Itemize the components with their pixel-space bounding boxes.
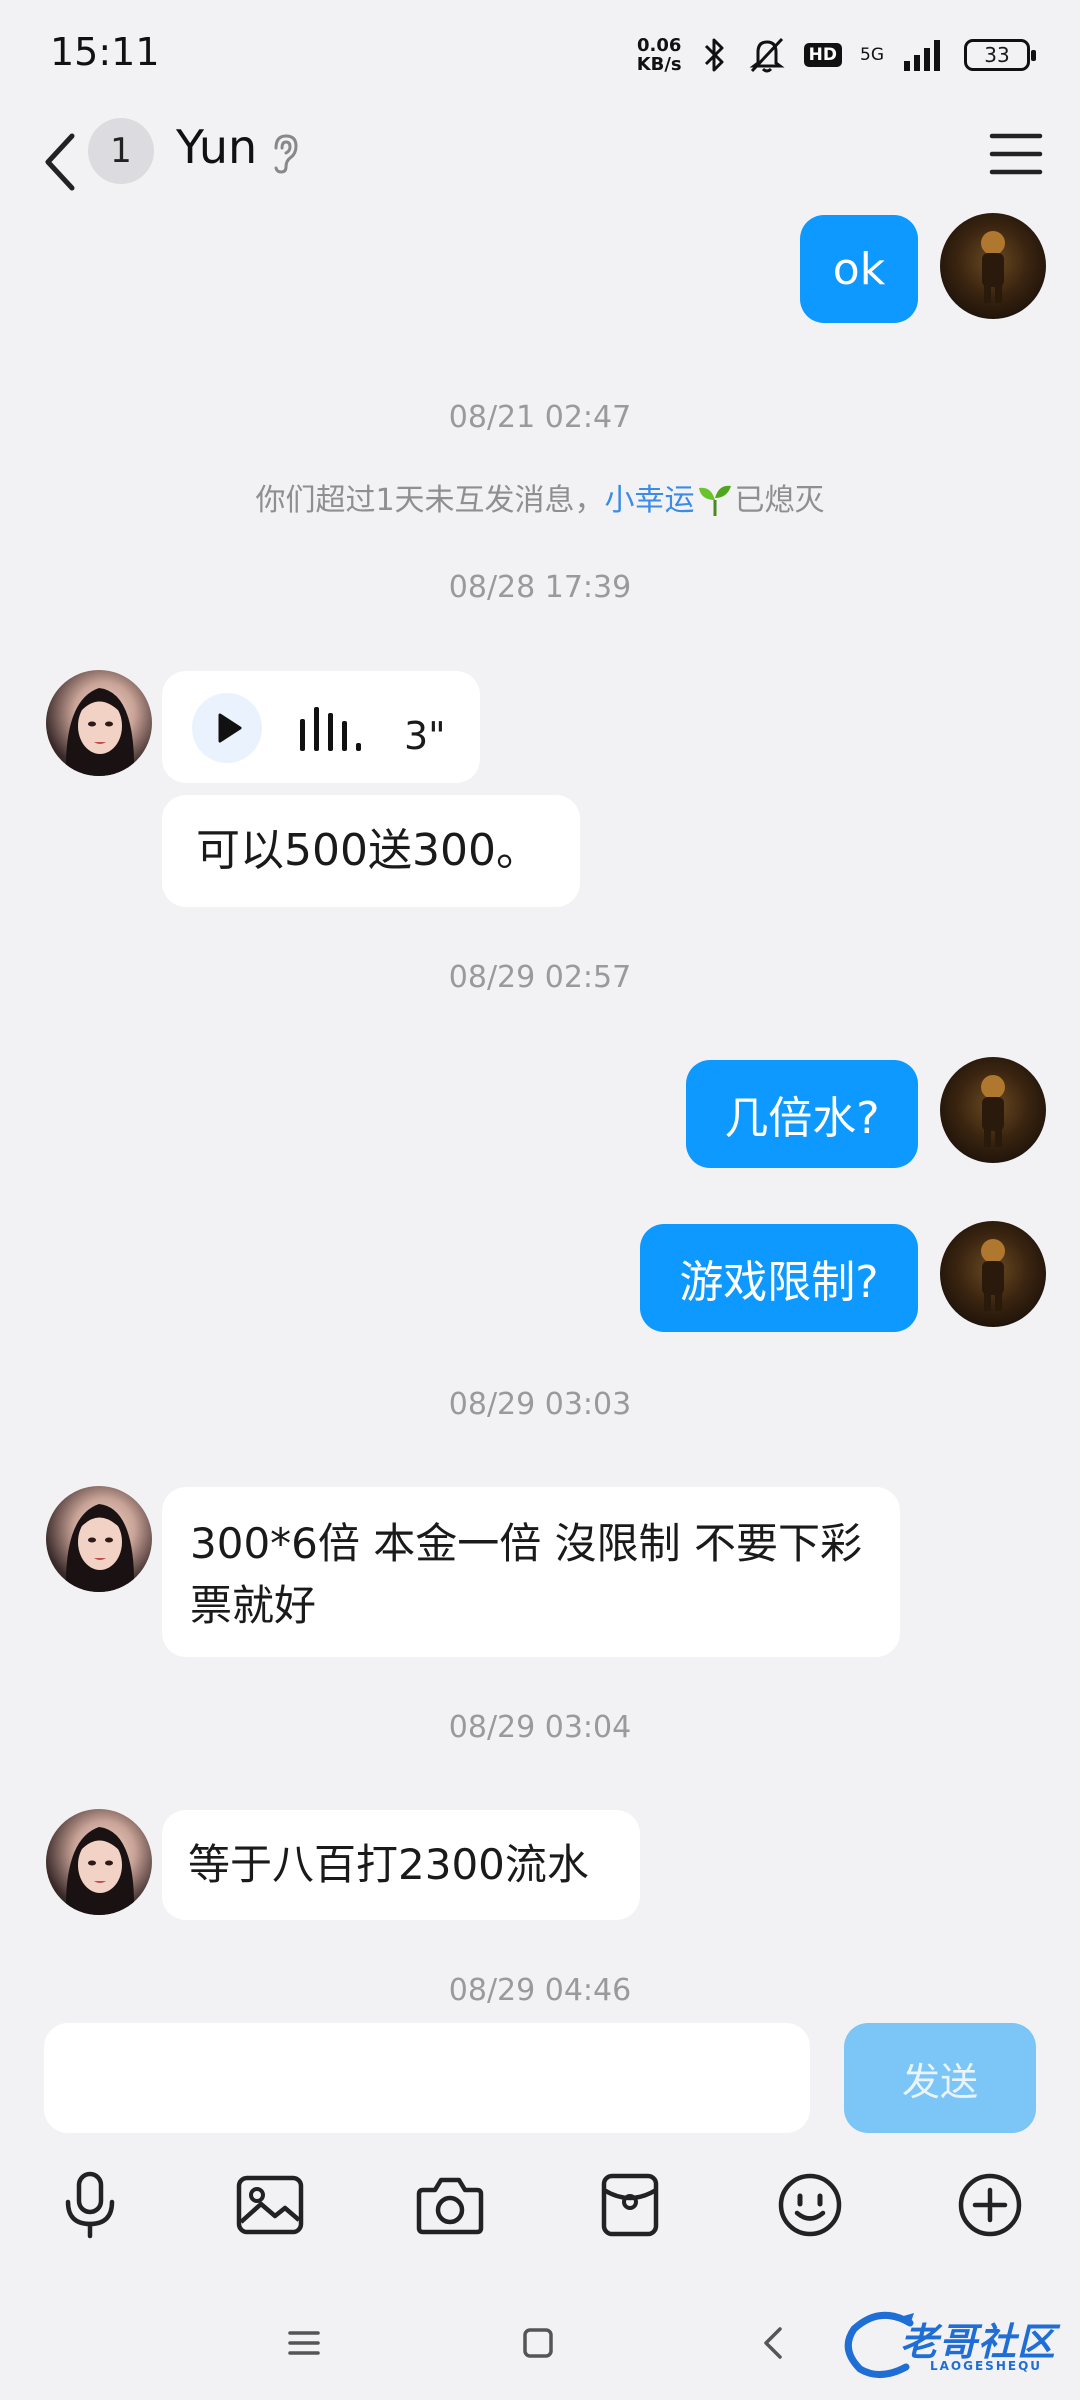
avatar-face-icon [65, 1504, 135, 1592]
message-bubble-outgoing[interactable]: 几倍水? [686, 1060, 918, 1168]
timestamp: 08/29 03:04 [448, 1710, 632, 1745]
ear-icon[interactable] [266, 130, 304, 176]
mute-bell-icon [749, 37, 785, 73]
network-speed-unit: KB/s [636, 54, 682, 75]
battery-icon: 33 [964, 39, 1036, 71]
contact-avatar[interactable] [46, 1809, 152, 1915]
emoji-icon [778, 2173, 842, 2237]
camera-icon [416, 2177, 484, 2235]
composer: 发送 [0, 2005, 1080, 2285]
spark-link[interactable]: 小幸运 [605, 483, 695, 518]
system-notice-prefix: 你们超过1天未互发消息， [255, 483, 605, 518]
red-packet-button[interactable] [590, 2165, 670, 2245]
waveform-icon [300, 707, 361, 751]
timestamp: 08/28 17:39 [448, 570, 632, 605]
network-type: 5G [860, 45, 884, 65]
menu-icon[interactable] [988, 126, 1044, 182]
system-notice-suffix: 已熄灭 [734, 483, 825, 518]
avatar-face-icon [65, 1827, 135, 1915]
contact-avatar[interactable] [46, 670, 152, 776]
chat-title[interactable]: Yun [176, 120, 257, 174]
emoji-button[interactable] [770, 2165, 850, 2245]
self-avatar[interactable] [940, 213, 1046, 319]
message-bubble-outgoing[interactable]: 游戏限制? [640, 1224, 918, 1332]
message-list[interactable]: ok 08/21 02:47 你们超过1天未互发消息，小幸运 已熄灭 08/28 … [0, 205, 1080, 2005]
composer-toolbar [0, 2165, 1080, 2245]
play-icon[interactable] [192, 693, 262, 763]
contact-avatar[interactable] [46, 1486, 152, 1592]
voice-input-button[interactable] [50, 2165, 130, 2245]
message-input[interactable] [44, 2023, 810, 2133]
network-speed-value: 0.06 [636, 35, 682, 56]
self-avatar[interactable] [940, 1221, 1046, 1327]
back-icon[interactable] [36, 126, 84, 198]
timestamp: 08/29 02:57 [448, 960, 632, 995]
send-button[interactable]: 发送 [844, 2023, 1036, 2133]
camera-button[interactable] [410, 2165, 490, 2245]
image-icon [236, 2175, 304, 2235]
watermark-text: 老哥社区 [900, 2320, 1057, 2364]
home-icon[interactable] [516, 2321, 560, 2365]
message-bubble-outgoing[interactable]: ok [800, 215, 918, 323]
more-button[interactable] [950, 2165, 1030, 2245]
sprout-icon [698, 485, 731, 516]
avatar-figure-icon [981, 1075, 1005, 1147]
unread-count-badge[interactable]: 1 [88, 118, 154, 184]
watermark-subtext: LAOGESHEQU [930, 2359, 1043, 2373]
recent-apps-icon[interactable] [282, 2321, 326, 2365]
nav-back-icon[interactable] [752, 2321, 796, 2365]
avatar-figure-icon [981, 231, 1005, 303]
bluetooth-icon [704, 38, 724, 72]
avatar-figure-icon [981, 1239, 1005, 1311]
network-speed: 0.06 KB/s [637, 36, 682, 74]
status-time: 15:11 [50, 30, 160, 74]
status-icons: 0.06 KB/s HD 5G 33 [637, 28, 1036, 82]
watermark-logo: 老哥社区 LAOGESHEQU [840, 2305, 1070, 2385]
system-notice: 你们超过1天未互发消息，小幸运 已熄灭 [0, 475, 1080, 519]
avatar-face-icon [65, 688, 135, 776]
system-nav-bar: 老哥社区 LAOGESHEQU [0, 2285, 1080, 2400]
status-bar: 15:11 0.06 KB/s HD 5G 33 [0, 0, 1080, 110]
signal-icon [904, 40, 940, 71]
message-bubble-incoming[interactable]: 可以500送300。 [162, 795, 580, 907]
message-bubble-incoming[interactable]: 等于八百打2300流水 [162, 1810, 640, 1920]
hd-badge: HD [803, 43, 842, 67]
microphone-icon [65, 2171, 115, 2239]
self-avatar[interactable] [940, 1057, 1046, 1163]
battery-level: 33 [984, 43, 1010, 67]
image-button[interactable] [230, 2165, 310, 2245]
timestamp: 08/21 02:47 [448, 400, 632, 435]
timestamp: 08/29 04:46 [448, 1973, 632, 2005]
message-bubble-incoming[interactable]: 300*6倍 本金一倍 沒限制 不要下彩票就好 [162, 1487, 900, 1657]
voice-message[interactable]: 3" [162, 671, 480, 783]
timestamp: 08/29 03:03 [448, 1387, 632, 1422]
plus-circle-icon [958, 2173, 1022, 2237]
voice-duration: 3" [404, 714, 446, 758]
red-packet-icon [601, 2173, 659, 2237]
